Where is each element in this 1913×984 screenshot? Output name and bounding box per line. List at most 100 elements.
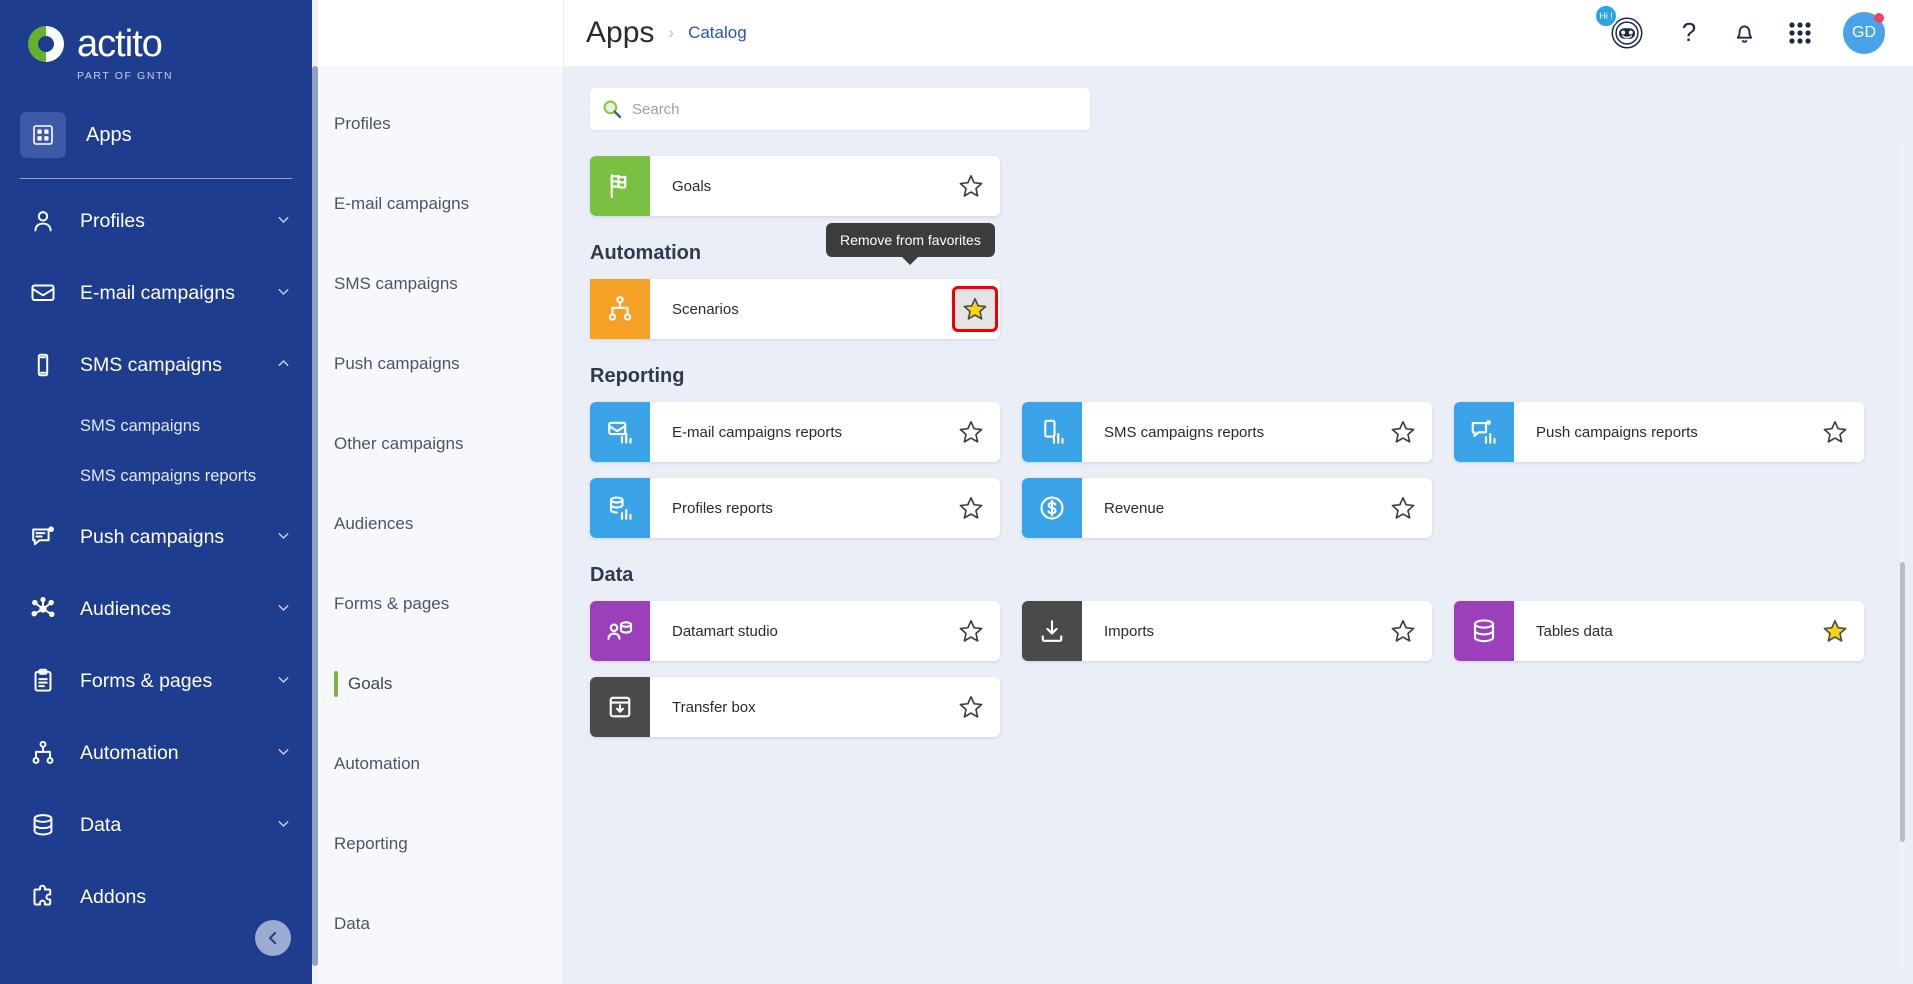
sidebar-nav-list: Profiles E-mail campaigns SMS campaigns …	[0, 185, 312, 933]
assistant-button[interactable]: Hi !	[1594, 4, 1646, 52]
sidebar-subitem-sms-campaigns[interactable]: SMS campaigns	[0, 401, 312, 451]
favorite-toggle[interactable]	[958, 419, 984, 445]
category-item-label: Audiences	[334, 514, 414, 533]
page-title: Apps	[586, 16, 655, 49]
app-card-label: Scenarios	[672, 300, 739, 318]
category-item-sms-campaigns[interactable]: SMS campaigns	[312, 244, 563, 324]
assistant-badge: Hi !	[1594, 4, 1618, 28]
sidebar-item-forms-pages[interactable]: Forms & pages	[0, 645, 312, 717]
main-scrollbar-thumb[interactable]	[1900, 562, 1905, 842]
search-input[interactable]	[632, 100, 1078, 118]
favorite-toggle[interactable]	[958, 495, 984, 521]
app-card-tables-data[interactable]: Tables data	[1454, 601, 1864, 661]
notifications-button[interactable]	[1732, 20, 1757, 47]
top-bar-actions: Hi ! ? GD	[1594, 4, 1891, 54]
sidebar-item-sms-campaigns[interactable]: SMS campaigns	[0, 329, 312, 401]
sidebar-item-label: Automation	[80, 741, 179, 764]
chevron-down-icon	[278, 676, 289, 683]
app-card-label: Push campaigns reports	[1536, 423, 1698, 441]
avatar-notification-dot	[1874, 13, 1884, 23]
favorite-toggle[interactable]	[1822, 419, 1848, 445]
favorite-toggle[interactable]	[958, 694, 984, 720]
profiles-chart-icon	[590, 478, 650, 538]
favorite-toggle[interactable]	[1390, 495, 1416, 521]
chevron-down-icon	[278, 532, 289, 539]
sidebar-collapse-button[interactable]	[255, 920, 291, 956]
category-item-label: SMS campaigns	[334, 274, 458, 293]
favorite-toggle[interactable]	[958, 618, 984, 644]
apps-switcher-button[interactable]	[1787, 20, 1813, 46]
favorite-toggle[interactable]	[958, 173, 984, 199]
sidebar-item-audiences[interactable]: Audiences	[0, 573, 312, 645]
section-title-data: Data	[590, 564, 634, 586]
app-card-imports[interactable]: Imports	[1022, 601, 1432, 661]
main-scrollbar-track[interactable]	[1900, 142, 1905, 974]
app-card-sms-campaigns-reports[interactable]: SMS campaigns reports	[1022, 402, 1432, 462]
favorite-toggle[interactable]	[1390, 618, 1416, 644]
category-item-label: Other campaigns	[334, 434, 464, 453]
clipboard-icon	[20, 667, 66, 695]
sidebar-item-data[interactable]: Data	[0, 789, 312, 861]
app-card-label: Goals	[672, 177, 712, 195]
star-icon	[963, 298, 987, 320]
sidebar-item-label: Data	[80, 813, 122, 836]
app-card-label: Revenue	[1104, 499, 1165, 517]
help-button[interactable]: ?	[1676, 18, 1702, 48]
category-item-audiences[interactable]: Audiences	[312, 484, 563, 564]
grid-nine-dots-icon	[1789, 22, 1811, 44]
category-item-reporting[interactable]: Reporting	[312, 804, 563, 884]
sidebar-item-apps[interactable]: Apps	[20, 102, 292, 168]
app-card-label: E-mail campaigns reports	[672, 423, 843, 441]
sitemap-icon	[590, 279, 650, 339]
app-card-goals[interactable]: Goals	[590, 156, 1000, 216]
sidebar-item-push-campaigns[interactable]: Push campaigns	[0, 501, 312, 573]
tooltip-remove-from-favorites: Remove from favorites	[826, 223, 995, 265]
app-card-profiles-reports[interactable]: Profiles reports	[590, 478, 1000, 538]
app-card-push-campaigns-reports[interactable]: Push campaigns reports	[1454, 402, 1864, 462]
category-item-label: Data	[334, 914, 370, 933]
avatar[interactable]: GD	[1843, 12, 1885, 54]
puzzle-piece-icon	[20, 883, 66, 911]
sidebar-item-profiles[interactable]: Profiles	[0, 185, 312, 257]
card-row: Profiles reports Revenue	[590, 478, 1887, 538]
star-icon	[959, 497, 983, 519]
push-chart-icon	[1454, 402, 1514, 462]
favorite-toggle[interactable]	[1822, 618, 1848, 644]
category-item-profiles[interactable]: Profiles	[312, 84, 563, 164]
database-icon	[20, 811, 66, 839]
sidebar-item-label: Push campaigns	[80, 525, 225, 548]
app-card-label: SMS campaigns reports	[1104, 423, 1265, 441]
brand-logo[interactable]: actito PART OF GNTN	[0, 0, 312, 88]
star-icon	[959, 175, 983, 197]
sidebar-subitem-sms-campaigns-reports[interactable]: SMS campaigns reports	[0, 451, 312, 501]
breadcrumb-link-catalog[interactable]: Catalog	[688, 23, 747, 43]
category-item-forms-pages[interactable]: Forms & pages	[312, 564, 563, 644]
app-card-label: Transfer box	[672, 698, 756, 716]
star-icon	[959, 696, 983, 718]
sidebar-item-automation[interactable]: Automation	[0, 717, 312, 789]
category-item-goals[interactable]: Goals	[312, 644, 563, 724]
category-item-other-campaigns[interactable]: Other campaigns	[312, 404, 563, 484]
app-card-transfer-box[interactable]: Transfer box	[590, 677, 1000, 737]
app-card-label: Tables data	[1536, 622, 1613, 640]
star-icon	[959, 620, 983, 642]
sidebar-item-e-mail-campaigns[interactable]: E-mail campaigns	[0, 257, 312, 329]
favorite-toggle-highlighted[interactable]	[952, 286, 998, 332]
category-item-e-mail-campaigns[interactable]: E-mail campaigns	[312, 164, 563, 244]
category-item-data[interactable]: Data	[312, 884, 563, 964]
star-icon	[1391, 620, 1415, 642]
app-card-scenarios[interactable]: Scenarios Remove from favorites	[590, 223, 1000, 339]
card-row: Goals	[590, 156, 1887, 216]
app-card-revenue[interactable]: Revenue	[1022, 478, 1432, 538]
category-item-automation[interactable]: Automation	[312, 724, 563, 804]
app-card-e-mail-campaigns-reports[interactable]: E-mail campaigns reports	[590, 402, 1000, 462]
app-card-datamart-studio[interactable]: Datamart studio	[590, 601, 1000, 661]
category-item-label: Forms & pages	[334, 594, 450, 613]
chevron-down-icon	[278, 604, 289, 611]
category-item-push-campaigns[interactable]: Push campaigns	[312, 324, 563, 404]
favorite-toggle[interactable]	[1390, 419, 1416, 445]
search-box[interactable]	[590, 88, 1090, 130]
catalog-content: Goals AutomationScenarios Remove from fa…	[564, 66, 1913, 984]
download-box-icon	[1022, 601, 1082, 661]
active-marker	[334, 671, 338, 697]
